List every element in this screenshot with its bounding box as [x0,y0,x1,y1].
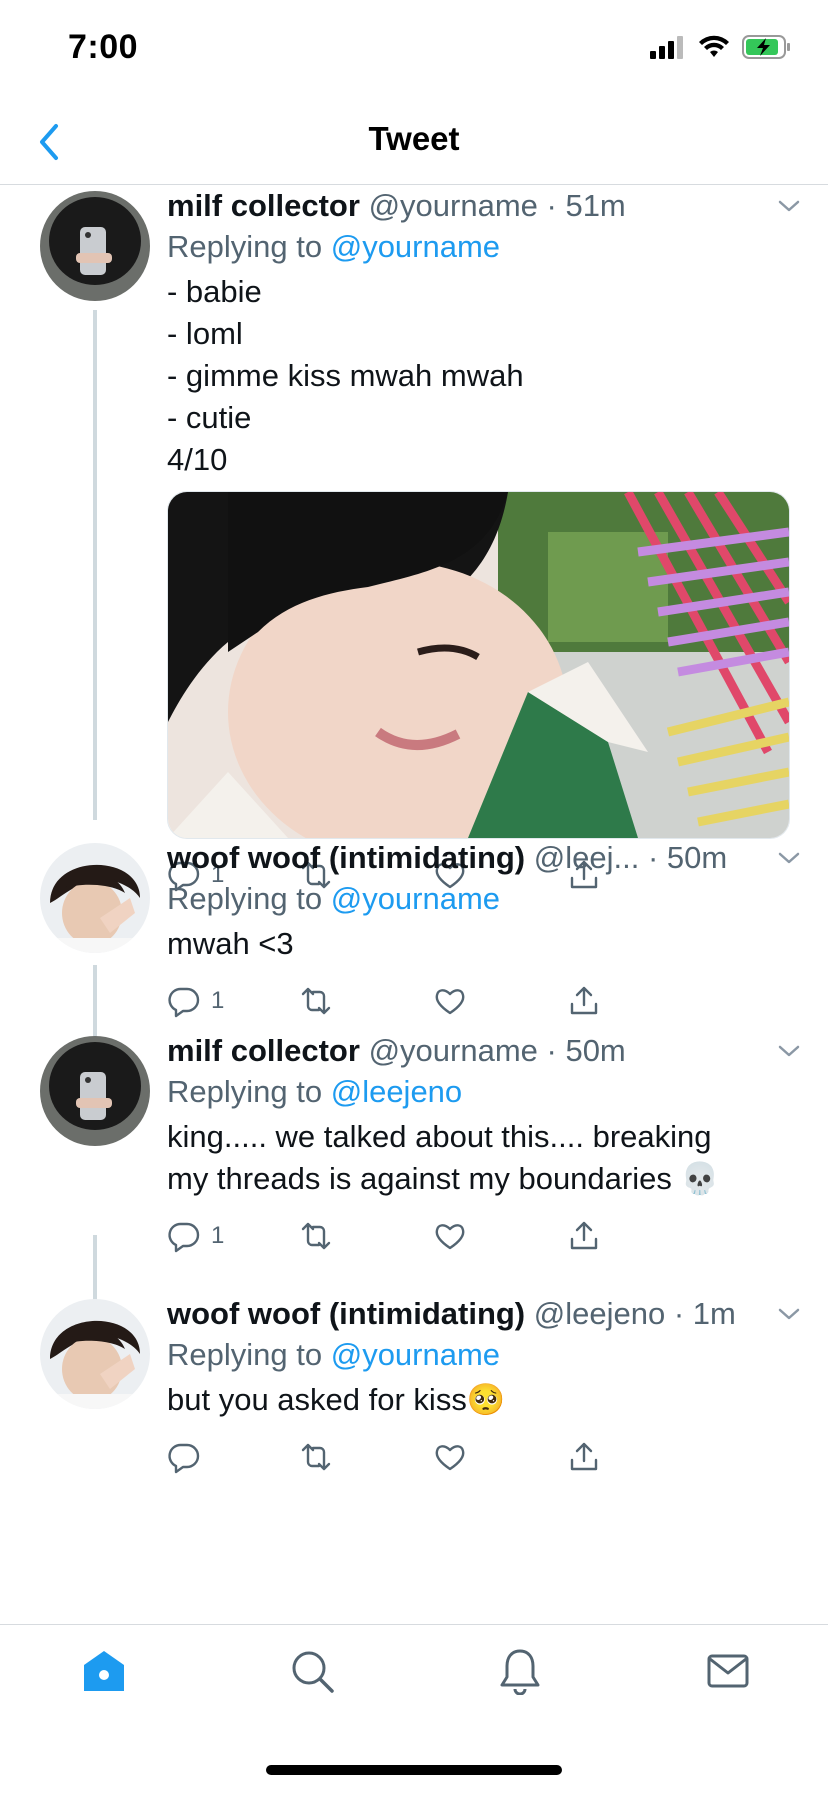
like-button[interactable] [433,1214,467,1258]
page-title: Tweet [368,120,460,157]
timestamp[interactable]: 51m [565,188,625,223]
status-icons [650,34,792,60]
thread-line [93,310,97,820]
search-icon[interactable] [288,1647,336,1695]
wifi-icon [699,35,729,57]
home-indicator[interactable] [266,1765,562,1775]
mention-link[interactable]: @yourname [331,229,500,264]
chevron-down-icon[interactable] [774,843,804,873]
avatar[interactable] [40,1036,150,1146]
replying-to: Replying to @leejeno [167,1074,463,1109]
retweet-button[interactable] [299,1214,333,1258]
status-time: 7:00 [68,28,139,66]
reply-count: 1 [211,1222,225,1249]
reply-count: 1 [211,987,225,1014]
timestamp[interactable]: 50m [565,1033,625,1068]
chevron-down-icon[interactable] [774,191,804,221]
handle[interactable]: @leejeno [534,1296,665,1331]
retweet-icon [301,987,331,1015]
time-separator: · [537,188,566,223]
tweet-actions: 1 [167,979,792,1027]
reply-button[interactable]: 1 [167,979,224,1023]
replying-to: Replying to @yourname [167,1337,501,1372]
tweet-text: but you asked for kiss🥺 [167,1382,506,1417]
tweet-photo[interactable] [167,491,790,839]
tweet-text: king..... we talked about this.... break… [167,1119,720,1196]
reply-icon [168,1443,200,1474]
status-bar: 7:00 [0,0,828,100]
mention-link[interactable]: @yourname [331,1337,500,1372]
retweet-icon [301,1222,331,1250]
reply-icon [168,987,200,1018]
share-icon [570,986,598,1015]
handle[interactable]: @yourname [369,188,538,223]
display-name[interactable]: milf collector [167,188,360,223]
avatar[interactable] [40,1299,150,1409]
notifications-icon[interactable] [496,1647,544,1695]
heart-icon [435,1224,465,1250]
home-icon[interactable] [80,1647,128,1695]
tweet-thread: milf collector @yourname · 51m Replying … [0,185,828,1625]
retweet-icon [301,1443,331,1471]
display-name[interactable]: milf collector [167,1033,360,1068]
handle[interactable]: @yourname [369,1033,538,1068]
display-name[interactable]: woof woof (intimidating) [167,840,525,875]
reply-icon [168,1222,200,1253]
chevron-down-icon[interactable] [774,1299,804,1329]
mention-link[interactable]: @yourname [331,881,500,916]
display-name[interactable]: woof woof (intimidating) [167,1296,525,1331]
share-button[interactable] [567,1214,601,1258]
share-button[interactable] [567,979,601,1023]
cellular-signal-icon [650,36,683,59]
time-separator: · [665,1296,693,1331]
timestamp[interactable]: 1m [693,1296,736,1331]
reply-button[interactable] [167,1435,201,1479]
heart-icon [435,1445,465,1471]
replying-to: Replying to @yourname [167,229,501,264]
chevron-down-icon[interactable] [774,1036,804,1066]
tweet-actions: 1 [167,1214,792,1262]
like-button[interactable] [433,1435,467,1479]
time-separator: · [537,1033,566,1068]
share-button[interactable] [567,1435,601,1479]
tweet-text: mwah <3 [167,926,294,961]
battery-charging-icon [742,35,790,59]
avatar[interactable] [40,191,150,301]
share-icon [570,1442,598,1471]
like-button[interactable] [433,979,467,1023]
avatar[interactable] [40,843,150,953]
tweet-text: - babie - loml - gimme kiss mwah mwah - … [167,274,524,477]
navigation-bar: Tweet [0,100,828,185]
handle[interactable]: @leej... [534,840,640,875]
retweet-button[interactable] [299,1435,333,1479]
reply-button[interactable]: 1 [167,1214,224,1258]
replying-to: Replying to @yourname [167,881,501,916]
mention-link[interactable]: @leejeno [331,1074,462,1109]
time-separator: · [639,840,667,875]
heart-icon [435,989,465,1015]
retweet-button[interactable] [299,979,333,1023]
messages-icon[interactable] [704,1647,752,1695]
share-icon [570,1221,598,1250]
timestamp[interactable]: 50m [667,840,727,875]
tweet-actions [167,1435,792,1483]
